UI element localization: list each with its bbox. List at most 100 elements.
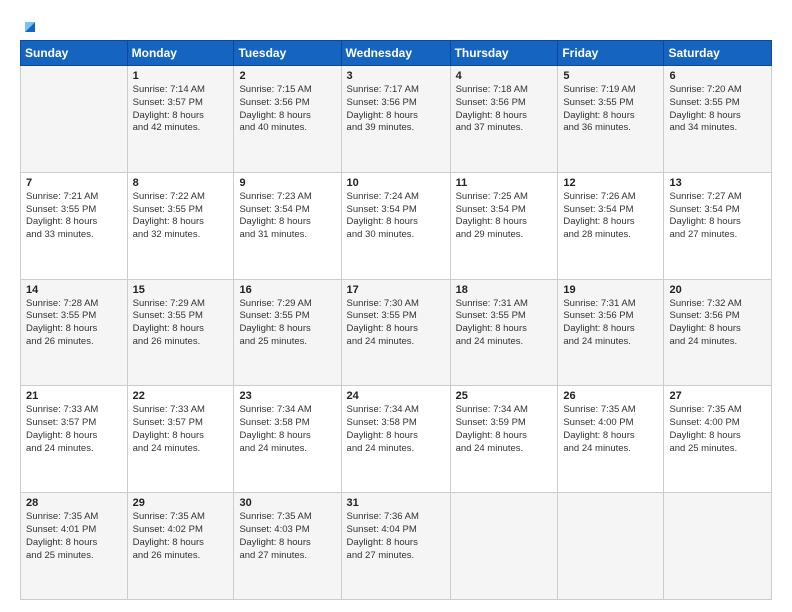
cell-content: Sunrise: 7:15 AM Sunset: 3:56 PM Dayligh…: [239, 84, 335, 135]
cell-content: Sunrise: 7:29 AM Sunset: 3:55 PM Dayligh…: [239, 298, 335, 349]
day-number: 11: [456, 177, 553, 189]
day-number: 6: [669, 70, 766, 82]
cell-content: Sunrise: 7:33 AM Sunset: 3:57 PM Dayligh…: [26, 404, 122, 455]
calendar-row: 1 Sunrise: 7:14 AM Sunset: 3:57 PM Daylig…: [21, 66, 772, 173]
day-number: 2: [239, 70, 335, 82]
calendar-cell: 10 Sunrise: 7:24 AM Sunset: 3:54 PM Dayli…: [341, 172, 450, 279]
day-number: 22: [133, 390, 229, 402]
calendar-cell: [450, 493, 558, 600]
day-number: 18: [456, 284, 553, 296]
calendar-cell: 11 Sunrise: 7:25 AM Sunset: 3:54 PM Dayli…: [450, 172, 558, 279]
day-number: 19: [563, 284, 658, 296]
day-number: 17: [347, 284, 445, 296]
calendar-cell: 2 Sunrise: 7:15 AM Sunset: 3:56 PM Daylig…: [234, 66, 341, 173]
day-number: 1: [133, 70, 229, 82]
cell-content: Sunrise: 7:28 AM Sunset: 3:55 PM Dayligh…: [26, 298, 122, 349]
cell-content: Sunrise: 7:35 AM Sunset: 4:03 PM Dayligh…: [239, 511, 335, 562]
calendar-cell: 1 Sunrise: 7:14 AM Sunset: 3:57 PM Daylig…: [127, 66, 234, 173]
cell-content: Sunrise: 7:29 AM Sunset: 3:55 PM Dayligh…: [133, 298, 229, 349]
weekday-header: Tuesday: [234, 41, 341, 66]
cell-content: Sunrise: 7:24 AM Sunset: 3:54 PM Dayligh…: [347, 191, 445, 242]
cell-content: Sunrise: 7:25 AM Sunset: 3:54 PM Dayligh…: [456, 191, 553, 242]
cell-content: Sunrise: 7:35 AM Sunset: 4:00 PM Dayligh…: [563, 404, 658, 455]
calendar-cell: 19 Sunrise: 7:31 AM Sunset: 3:56 PM Dayli…: [558, 279, 664, 386]
weekday-header: Thursday: [450, 41, 558, 66]
calendar-cell: 7Sunrise: 7:21 AM Sunset: 3:55 PM Daylig…: [21, 172, 128, 279]
calendar-cell: 23 Sunrise: 7:34 AM Sunset: 3:58 PM Dayli…: [234, 386, 341, 493]
cell-content: Sunrise: 7:35 AM Sunset: 4:02 PM Dayligh…: [133, 511, 229, 562]
calendar-table: SundayMondayTuesdayWednesdayThursdayFrid…: [20, 40, 772, 600]
cell-content: Sunrise: 7:23 AM Sunset: 3:54 PM Dayligh…: [239, 191, 335, 242]
page: SundayMondayTuesdayWednesdayThursdayFrid…: [0, 0, 792, 612]
day-number: 25: [456, 390, 553, 402]
calendar-cell: 29 Sunrise: 7:35 AM Sunset: 4:02 PM Dayli…: [127, 493, 234, 600]
day-number: 20: [669, 284, 766, 296]
cell-content: Sunrise: 7:35 AM Sunset: 4:01 PM Dayligh…: [26, 511, 122, 562]
calendar-cell: 13Sunrise: 7:27 AM Sunset: 3:54 PM Dayli…: [664, 172, 772, 279]
cell-content: Sunrise: 7:34 AM Sunset: 3:59 PM Dayligh…: [456, 404, 553, 455]
calendar-cell: 14Sunrise: 7:28 AM Sunset: 3:55 PM Dayli…: [21, 279, 128, 386]
day-number: 4: [456, 70, 553, 82]
day-number: 9: [239, 177, 335, 189]
cell-content: Sunrise: 7:31 AM Sunset: 3:56 PM Dayligh…: [563, 298, 658, 349]
day-number: 24: [347, 390, 445, 402]
cell-content: Sunrise: 7:31 AM Sunset: 3:55 PM Dayligh…: [456, 298, 553, 349]
calendar-row: 21 Sunrise: 7:33 AM Sunset: 3:57 PM Dayli…: [21, 386, 772, 493]
cell-content: Sunrise: 7:34 AM Sunset: 3:58 PM Dayligh…: [239, 404, 335, 455]
cell-content: Sunrise: 7:33 AM Sunset: 3:57 PM Dayligh…: [133, 404, 229, 455]
day-number: 31: [347, 497, 445, 509]
day-number: 26: [563, 390, 658, 402]
day-number: 27: [669, 390, 766, 402]
cell-content: Sunrise: 7:35 AM Sunset: 4:00 PM Dayligh…: [669, 404, 766, 455]
calendar-cell: 9 Sunrise: 7:23 AM Sunset: 3:54 PM Daylig…: [234, 172, 341, 279]
calendar-row: 14Sunrise: 7:28 AM Sunset: 3:55 PM Dayli…: [21, 279, 772, 386]
day-number: 5: [563, 70, 658, 82]
weekday-header: Monday: [127, 41, 234, 66]
weekday-header-row: SundayMondayTuesdayWednesdayThursdayFrid…: [21, 41, 772, 66]
logo-icon: [21, 16, 39, 34]
cell-content: Sunrise: 7:19 AM Sunset: 3:55 PM Dayligh…: [563, 84, 658, 135]
cell-content: Sunrise: 7:20 AM Sunset: 3:55 PM Dayligh…: [669, 84, 766, 135]
day-number: 21: [26, 390, 122, 402]
cell-content: Sunrise: 7:22 AM Sunset: 3:55 PM Dayligh…: [133, 191, 229, 242]
calendar-cell: 4 Sunrise: 7:18 AM Sunset: 3:56 PM Daylig…: [450, 66, 558, 173]
calendar-cell: 25 Sunrise: 7:34 AM Sunset: 3:59 PM Dayli…: [450, 386, 558, 493]
calendar-cell: 18 Sunrise: 7:31 AM Sunset: 3:55 PM Dayli…: [450, 279, 558, 386]
cell-content: Sunrise: 7:18 AM Sunset: 3:56 PM Dayligh…: [456, 84, 553, 135]
day-number: 12: [563, 177, 658, 189]
logo: [20, 18, 39, 30]
weekday-header: Saturday: [664, 41, 772, 66]
weekday-header: Friday: [558, 41, 664, 66]
calendar-cell: 30 Sunrise: 7:35 AM Sunset: 4:03 PM Dayli…: [234, 493, 341, 600]
calendar-cell: 31 Sunrise: 7:36 AM Sunset: 4:04 PM Dayli…: [341, 493, 450, 600]
day-number: 30: [239, 497, 335, 509]
day-number: 13: [669, 177, 766, 189]
calendar-cell: 22 Sunrise: 7:33 AM Sunset: 3:57 PM Dayli…: [127, 386, 234, 493]
calendar-cell: [664, 493, 772, 600]
day-number: 16: [239, 284, 335, 296]
calendar-cell: 6 Sunrise: 7:20 AM Sunset: 3:55 PM Daylig…: [664, 66, 772, 173]
day-number: 28: [26, 497, 122, 509]
day-number: 23: [239, 390, 335, 402]
calendar-cell: 16 Sunrise: 7:29 AM Sunset: 3:55 PM Dayli…: [234, 279, 341, 386]
calendar-cell: 21 Sunrise: 7:33 AM Sunset: 3:57 PM Dayli…: [21, 386, 128, 493]
day-number: 7: [26, 177, 122, 189]
calendar-cell: 27 Sunrise: 7:35 AM Sunset: 4:00 PM Dayli…: [664, 386, 772, 493]
cell-content: Sunrise: 7:26 AM Sunset: 3:54 PM Dayligh…: [563, 191, 658, 242]
cell-content: Sunrise: 7:36 AM Sunset: 4:04 PM Dayligh…: [347, 511, 445, 562]
header: [20, 18, 772, 30]
weekday-header: Sunday: [21, 41, 128, 66]
calendar-cell: 17Sunrise: 7:30 AM Sunset: 3:55 PM Dayli…: [341, 279, 450, 386]
calendar-cell: 24Sunrise: 7:34 AM Sunset: 3:58 PM Dayli…: [341, 386, 450, 493]
calendar-cell: [21, 66, 128, 173]
calendar-cell: 28 Sunrise: 7:35 AM Sunset: 4:01 PM Dayli…: [21, 493, 128, 600]
calendar-cell: 3Sunrise: 7:17 AM Sunset: 3:56 PM Daylig…: [341, 66, 450, 173]
day-number: 15: [133, 284, 229, 296]
cell-content: Sunrise: 7:14 AM Sunset: 3:57 PM Dayligh…: [133, 84, 229, 135]
calendar-cell: 15 Sunrise: 7:29 AM Sunset: 3:55 PM Dayli…: [127, 279, 234, 386]
day-number: 3: [347, 70, 445, 82]
day-number: 8: [133, 177, 229, 189]
day-number: 29: [133, 497, 229, 509]
calendar-row: 28 Sunrise: 7:35 AM Sunset: 4:01 PM Dayli…: [21, 493, 772, 600]
day-number: 10: [347, 177, 445, 189]
